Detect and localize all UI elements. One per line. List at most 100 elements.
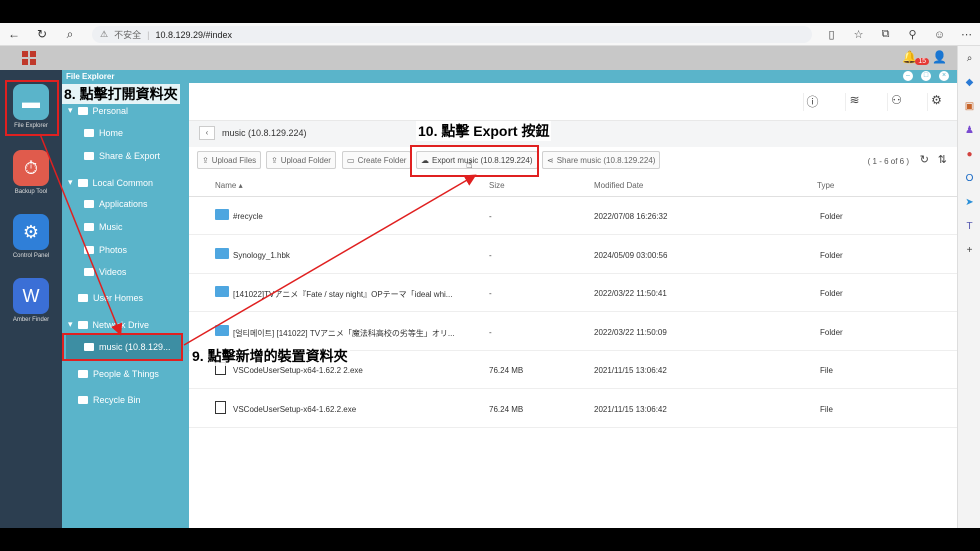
table-header: Name ▴ Size Modified Date Type [189, 173, 957, 197]
search-icon[interactable]: ⌕ [958, 46, 980, 70]
close-icon[interactable]: × [939, 71, 949, 81]
table-row[interactable]: #recycle - 2022/07/08 16:26:32 Folder [189, 197, 957, 235]
cell-size: - [489, 327, 492, 337]
tree-local-common[interactable]: ▾ Local Common [68, 177, 153, 188]
back-icon[interactable]: ← [0, 23, 28, 46]
browser-toolbar: ← ↻ ⌕ ⚠ 不安全 | 10.8.129.29/#index ▯ ☆ ⧉ ⚲… [0, 23, 980, 46]
address-bar[interactable]: ⚠ 不安全 | 10.8.129.29/#index [92, 26, 812, 43]
breadcrumb: ‹ music (10.8.129.224) [189, 121, 957, 147]
url-text: 10.8.129.29/#index [155, 29, 233, 40]
settings-icon[interactable]: ⚙ [927, 93, 945, 111]
security-label: 不安全 [114, 30, 142, 40]
upload-icon: ⇪ [271, 155, 278, 165]
cell-name: VSCodeUserSetup-x64-1.62.2.exe [233, 404, 357, 414]
collections-icon[interactable]: ⧉ [872, 28, 899, 41]
tools-icon[interactable]: ▣ [958, 94, 980, 118]
profile-icon[interactable]: ☺ [926, 29, 953, 41]
annotation-step-10: 10. 點擊 Export 按鈕 [416, 121, 552, 141]
teams-icon[interactable]: T [958, 214, 980, 238]
folder-icon [215, 286, 229, 297]
cell-type: Folder [820, 250, 843, 260]
table-row[interactable]: VSCodeUserSetup-x64-1.62.2.exe 76.24 MB 20… [189, 390, 957, 428]
file-icon [215, 400, 226, 414]
folder-icon [215, 324, 229, 336]
share-icon: ⋖ [547, 155, 554, 165]
minimize-icon[interactable]: – [903, 71, 913, 81]
games-icon[interactable]: ♟ [958, 118, 980, 142]
cell-name: #recycle [233, 212, 263, 221]
add-icon[interactable]: + [958, 238, 980, 262]
upload-files-button[interactable]: ⇪ Upload Files [197, 151, 262, 169]
sort-icon[interactable]: ⇅ [938, 153, 947, 166]
people-icon[interactable]: ⚇ [887, 93, 905, 111]
item-count: ( 1 - 6 of 6 ) [867, 157, 909, 166]
refresh-icon[interactable]: ↻ [920, 153, 929, 166]
refresh-icon[interactable]: ↻ [28, 23, 56, 46]
split-screen-icon[interactable]: ▯ [818, 28, 845, 41]
folder-icon [77, 106, 88, 115]
search-icon[interactable]: ⌕ [56, 23, 84, 46]
tree-network-drive[interactable]: ▾ Network Drive [68, 319, 149, 330]
tree-share-export[interactable]: Share & Export [84, 151, 160, 161]
cell-modified: 2022/03/22 11:50:09 [594, 327, 667, 337]
home-icon [84, 129, 94, 137]
col-modified[interactable]: Modified Date [594, 181, 643, 190]
share-button[interactable]: ⋖ Share music (10.8.129.224) [542, 151, 661, 169]
tree-applications[interactable]: Applications [84, 199, 148, 209]
upload-folder-button[interactable]: ⇪ Upload Folder [266, 151, 336, 169]
col-name[interactable]: Name ▴ [215, 181, 243, 190]
cell-type: Folder [820, 327, 843, 337]
outlook-icon[interactable]: O [958, 166, 980, 190]
tree-people-things[interactable]: People & Things [78, 369, 159, 379]
annotation-step-9: 9. 點擊新增的裝置資料夾 [190, 346, 350, 366]
table-row[interactable]: Synology_1.hbk - 2024/05/09 03:00:56 Folder [189, 236, 957, 274]
create-folder-button[interactable]: ▭ Create Folder [342, 151, 412, 169]
user-icon[interactable]: 👤 [932, 50, 947, 64]
table-row[interactable]: [얼티메이트] [141022] TVアニメ「魔法科高校の劣等生」オリ... - 2… [189, 313, 957, 351]
caret-down-icon: ▾ [68, 177, 73, 187]
cell-type: Folder [820, 212, 843, 221]
tree-videos[interactable]: Videos [84, 267, 126, 277]
notification-badge: 15 [915, 58, 929, 65]
folder-icon [84, 200, 94, 208]
tree-home[interactable]: Home [84, 128, 123, 138]
cell-size: - [489, 212, 492, 221]
folder-add-icon: ▭ [347, 155, 355, 165]
maximize-icon[interactable]: □ [921, 71, 931, 81]
telegram-icon[interactable]: ➤ [958, 190, 980, 214]
cursor-hand-icon: ☝ [466, 159, 473, 171]
tasks-icon[interactable]: ≋ [845, 93, 863, 111]
clock-icon: ⏱ [13, 150, 49, 186]
cell-type: File [820, 404, 833, 414]
share-icon [84, 152, 94, 160]
dock-control-panel[interactable]: ⚙ Control Panel [0, 214, 62, 259]
shopping-icon[interactable]: ◆ [958, 70, 980, 94]
col-type[interactable]: Type [817, 181, 834, 190]
info-icon[interactable]: ⓘ [803, 93, 821, 111]
tree-personal[interactable]: ▾ Personal [68, 105, 128, 116]
favorites-icon[interactable]: ☆ [845, 28, 872, 41]
folder-icon [84, 268, 94, 276]
tree-recycle-bin[interactable]: Recycle Bin [78, 395, 141, 405]
dock-amber-finder[interactable]: W Amber Finder [0, 278, 62, 323]
gear-icon: ⚙ [13, 214, 49, 250]
tree-photos[interactable]: Photos [84, 245, 127, 255]
window-titlebar[interactable]: File Explorer – □ × [62, 70, 957, 83]
extensions-icon[interactable]: ⚲ [899, 28, 926, 41]
tree-music[interactable]: Music [84, 222, 123, 232]
copilot-icon[interactable]: ● [958, 142, 980, 166]
chevron-left-icon[interactable]: ‹ [199, 126, 215, 140]
warning-icon: ⚠ [100, 29, 109, 39]
start-menu-icon[interactable] [22, 51, 36, 65]
col-size[interactable]: Size [489, 181, 505, 190]
table-row[interactable]: [141022]TVアニメ『Fate / stay night』OPテーマ「id… [189, 274, 957, 312]
dock-backup-tool[interactable]: ⏱ Backup Tool [0, 150, 62, 195]
users-icon [78, 294, 88, 302]
cell-size: 76.24 MB [489, 366, 524, 375]
window-title: File Explorer [66, 72, 115, 81]
cell-type: Folder [820, 289, 843, 298]
cell-type: File [820, 366, 833, 375]
more-icon[interactable]: ⋯ [953, 28, 980, 41]
tree-user-homes[interactable]: User Homes [78, 293, 143, 303]
cell-name: [얼티메이트] [141022] TVアニメ「魔法科高校の劣等生」オリ... [233, 328, 455, 338]
